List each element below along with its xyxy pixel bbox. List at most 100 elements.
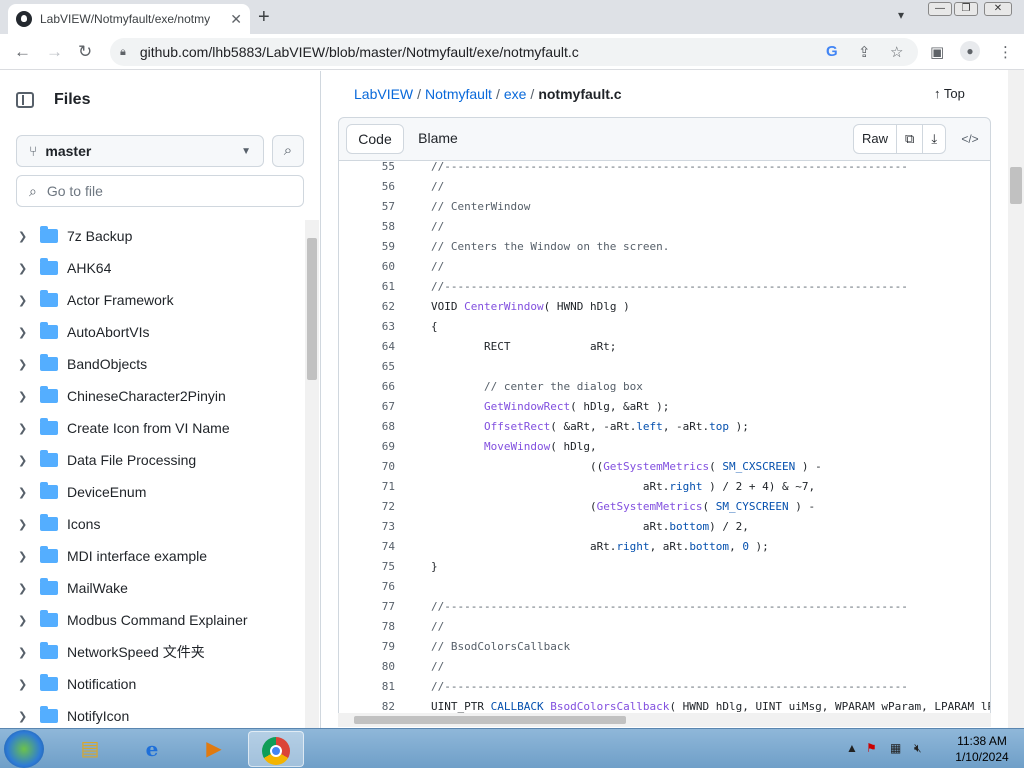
copy-icon[interactable]: ⧉ xyxy=(897,125,924,153)
browser-tab[interactable]: LabVIEW/Notmyfault/exe/notmy ✕ xyxy=(8,4,250,34)
internet-explorer-icon[interactable]: e xyxy=(124,731,180,767)
tree-item[interactable]: ❯ MailWake xyxy=(0,572,304,604)
share-icon[interactable]: ⇪ xyxy=(858,43,871,61)
line-number[interactable]: 74 xyxy=(339,541,395,561)
back-icon[interactable]: ← xyxy=(14,42,31,62)
maximize-button[interactable]: ❐ xyxy=(954,2,978,16)
chevron-right-icon[interactable]: ❯ xyxy=(18,678,30,691)
breadcrumb-repo-link[interactable]: LabVIEW xyxy=(354,86,413,102)
search-button[interactable]: ⌕ xyxy=(272,135,304,167)
sidebar-scrollbar[interactable] xyxy=(305,220,319,728)
line-number[interactable]: 78 xyxy=(339,621,395,641)
chevron-right-icon[interactable]: ❯ xyxy=(18,646,30,659)
start-button[interactable] xyxy=(4,730,44,768)
chevron-right-icon[interactable]: ❯ xyxy=(18,614,30,627)
chevron-right-icon[interactable]: ❯ xyxy=(18,262,30,275)
line-number[interactable]: 57 xyxy=(339,201,395,221)
line-number[interactable]: 77 xyxy=(339,601,395,621)
tree-item[interactable]: ❯ Icons xyxy=(0,508,304,540)
lock-icon[interactable]: 🔒︎ xyxy=(120,46,126,59)
line-number[interactable]: 61 xyxy=(339,281,395,301)
page-scrollbar-thumb[interactable] xyxy=(1010,167,1022,204)
tree-item[interactable]: ❯ Notification xyxy=(0,668,304,700)
tree-item[interactable]: ❯ AutoAbortVIs xyxy=(0,316,304,348)
tree-item[interactable]: ❯ BandObjects xyxy=(0,348,304,380)
menu-icon[interactable]: ⋮ xyxy=(998,43,1013,61)
clock[interactable]: 11:38 AM 1/10/2024 xyxy=(940,733,1024,765)
branch-selector[interactable]: ⑂ master ▼ xyxy=(16,135,264,167)
line-number[interactable]: 82 xyxy=(339,701,395,713)
address-bar[interactable]: 🔒︎ github.com/lhb5883/LabVIEW/blob/maste… xyxy=(110,38,918,66)
minimize-button[interactable]: — xyxy=(928,2,952,16)
line-number[interactable]: 62 xyxy=(339,301,395,321)
tree-item[interactable]: ❯ MDI interface example xyxy=(0,540,304,572)
line-number[interactable]: 70 xyxy=(339,461,395,481)
tree-item[interactable]: ❯ Data File Processing xyxy=(0,444,304,476)
tree-item[interactable]: ❯ Actor Framework xyxy=(0,284,304,316)
forward-icon[interactable]: → xyxy=(46,42,63,62)
chevron-right-icon[interactable]: ❯ xyxy=(18,422,30,435)
sidepanel-icon[interactable]: ▣ xyxy=(930,43,944,61)
line-number[interactable]: 75 xyxy=(339,561,395,581)
tree-item[interactable]: ❯ NetworkSpeed 文件夹 xyxy=(0,636,304,668)
google-icon[interactable]: G xyxy=(826,43,838,60)
download-icon[interactable]: ⤓ xyxy=(923,125,945,153)
chrome-taskbar-icon[interactable] xyxy=(248,731,304,767)
line-number[interactable]: 66 xyxy=(339,381,395,401)
tree-item[interactable]: ❯ 7z Backup xyxy=(0,220,304,252)
collapse-sidebar-icon[interactable] xyxy=(16,92,34,108)
line-number[interactable]: 55 xyxy=(339,161,395,181)
page-scrollbar[interactable] xyxy=(1008,70,1024,728)
blame-tab[interactable]: Blame xyxy=(409,124,467,154)
line-number[interactable]: 60 xyxy=(339,261,395,281)
chevron-right-icon[interactable]: ❯ xyxy=(18,710,30,723)
line-number[interactable]: 79 xyxy=(339,641,395,661)
line-number[interactable]: 64 xyxy=(339,341,395,361)
tree-item[interactable]: ❯ Modbus Command Explainer xyxy=(0,604,304,636)
code-horizontal-scrollbar[interactable] xyxy=(338,713,991,727)
media-player-icon[interactable]: ▶ xyxy=(186,731,242,767)
line-number[interactable]: 59 xyxy=(339,241,395,261)
line-number[interactable]: 63 xyxy=(339,321,395,341)
tree-item[interactable]: ❯ Create Icon from VI Name xyxy=(0,412,304,444)
line-number[interactable]: 80 xyxy=(339,661,395,681)
tree-item[interactable]: ❯ AHK64 xyxy=(0,252,304,284)
symbols-icon[interactable]: </> xyxy=(955,124,985,154)
close-tab-icon[interactable]: ✕ xyxy=(230,11,242,28)
line-number[interactable]: 56 xyxy=(339,181,395,201)
chevron-right-icon[interactable]: ❯ xyxy=(18,390,30,403)
chevron-right-icon[interactable]: ❯ xyxy=(18,358,30,371)
chevron-right-icon[interactable]: ❯ xyxy=(18,550,30,563)
chevron-right-icon[interactable]: ❯ xyxy=(18,294,30,307)
show-hidden-icons[interactable]: ▲ xyxy=(846,741,858,755)
code-horizontal-scrollbar-thumb[interactable] xyxy=(354,716,626,724)
chevron-right-icon[interactable]: ❯ xyxy=(18,454,30,467)
line-number[interactable]: 68 xyxy=(339,421,395,441)
new-tab-button[interactable]: + xyxy=(258,6,270,29)
top-button[interactable]: ↑ Top xyxy=(934,86,965,101)
line-number[interactable]: 76 xyxy=(339,581,395,601)
chevron-right-icon[interactable]: ❯ xyxy=(18,230,30,243)
tree-item[interactable]: ❯ NotifyIcon xyxy=(0,700,304,728)
go-to-file-input[interactable]: ⌕ Go to file xyxy=(16,175,304,207)
tree-item[interactable]: ❯ ChineseCharacter2Pinyin xyxy=(0,380,304,412)
line-number[interactable]: 81 xyxy=(339,681,395,701)
raw-button[interactable]: Raw xyxy=(854,125,898,153)
chevron-right-icon[interactable]: ❯ xyxy=(18,582,30,595)
profile-icon[interactable]: ● xyxy=(960,41,980,61)
tab-search-icon[interactable]: ▾ xyxy=(898,8,904,22)
chevron-right-icon[interactable]: ❯ xyxy=(18,518,30,531)
file-explorer-icon[interactable]: ▤ xyxy=(62,731,118,767)
code-tab[interactable]: Code xyxy=(346,124,404,154)
breadcrumb-dir-link[interactable]: Notmyfault xyxy=(425,86,492,102)
network-icon[interactable]: ▦ xyxy=(890,741,901,755)
action-center-icon[interactable]: ⚑ xyxy=(866,741,877,755)
chevron-right-icon[interactable]: ❯ xyxy=(18,486,30,499)
line-number[interactable]: 69 xyxy=(339,441,395,461)
close-window-button[interactable]: ✕ xyxy=(984,2,1012,16)
line-number[interactable]: 73 xyxy=(339,521,395,541)
line-number[interactable]: 67 xyxy=(339,401,395,421)
reload-icon[interactable]: ↻ xyxy=(78,42,92,62)
line-number[interactable]: 65 xyxy=(339,361,395,381)
line-number[interactable]: 72 xyxy=(339,501,395,521)
